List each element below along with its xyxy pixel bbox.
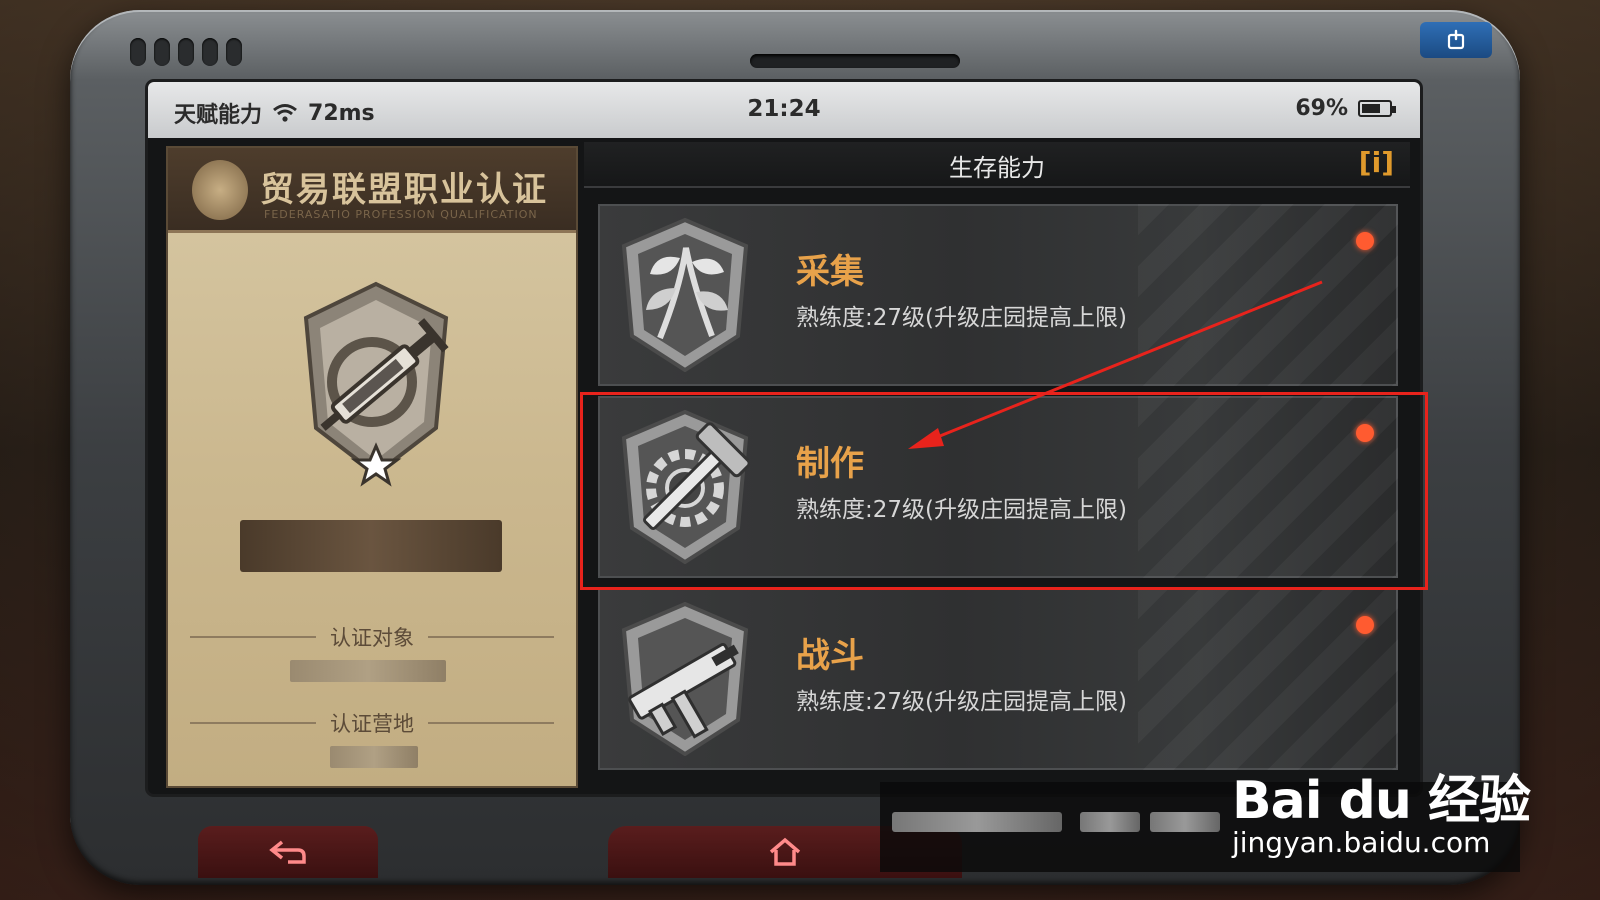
- syringe-badge-icon: [303, 281, 449, 487]
- back-button[interactable]: [198, 826, 378, 878]
- herb-bundle-icon: [621, 218, 749, 372]
- subject-label: 认证对象: [330, 626, 414, 650]
- skill-name: 战斗: [796, 636, 864, 676]
- guild-emblem-icon: [192, 160, 248, 220]
- power-icon: [1447, 29, 1465, 50]
- submachine-gun-icon: [621, 602, 749, 756]
- panel-header: 生存能力 [i]: [584, 142, 1410, 188]
- power-button[interactable]: [1420, 22, 1492, 58]
- tablet-screen: 天赋能力 72ms 21:24 69% 贸易联盟职业认证 FEDERASATIO…: [148, 82, 1420, 794]
- skill-name: 采集: [796, 252, 864, 292]
- skill-card-craft[interactable]: 制作 熟练度:27级(升级庄园提高上限): [598, 396, 1398, 578]
- battery-percent: 69%: [1295, 96, 1348, 121]
- camp-label: 认证营地: [330, 712, 414, 736]
- subject-row: 认证对象: [190, 622, 554, 652]
- profession-badge: [286, 278, 466, 488]
- certificate-subtitle: FEDERASATIO PROFESSION QUALIFICATION: [264, 208, 538, 221]
- frame-grip: [178, 38, 194, 66]
- frame-grip: [154, 38, 170, 66]
- subject-value-redacted: [290, 660, 446, 682]
- back-arrow-icon: [269, 840, 306, 864]
- skill-name: 制作: [796, 444, 864, 484]
- frame-top-slot: [750, 54, 960, 68]
- skill-card-gather[interactable]: 采集 熟练度:27级(升级庄园提高上限): [598, 204, 1398, 386]
- watermark-url: jingyan.baidu.com: [1232, 826, 1491, 859]
- panel-title: 生存能力: [949, 154, 1045, 182]
- notification-dot: [1356, 424, 1374, 442]
- skill-proficiency: 熟练度:27级(升级庄园提高上限): [796, 305, 1127, 331]
- info-button[interactable]: [i]: [1359, 146, 1394, 179]
- notification-dot: [1356, 232, 1374, 250]
- skill-proficiency: 熟练度:27级(升级庄园提高上限): [796, 497, 1127, 523]
- camp-row: 认证营地: [190, 708, 554, 738]
- frame-grip: [226, 38, 242, 66]
- battery-icon: [1358, 100, 1396, 117]
- skill-card-combat[interactable]: 战斗 熟练度:27级(升级庄园提高上限): [598, 588, 1398, 770]
- frame-grip: [130, 38, 146, 66]
- baidu-jingyan-logo: Bai du 经验: [1232, 771, 1531, 831]
- redacted-text: [892, 812, 1062, 832]
- profession-certificate: 贸易联盟职业认证 FEDERASATIO PROFESSION QUALIFIC…: [166, 146, 578, 788]
- redacted-text: [1150, 812, 1220, 832]
- notification-dot: [1356, 616, 1374, 634]
- skill-proficiency: 熟练度:27级(升级庄园提高上限): [796, 689, 1127, 715]
- battery-fill: [1362, 104, 1380, 113]
- player-name-plate: [240, 520, 502, 572]
- hammer-gear-icon: [621, 410, 750, 564]
- frame-grip: [202, 38, 218, 66]
- clock: 21:24: [747, 96, 821, 122]
- certificate-title: 贸易联盟职业认证: [260, 170, 548, 210]
- certificate-header: 贸易联盟职业认证 FEDERASATIO PROFESSION QUALIFIC…: [168, 148, 576, 233]
- home-icon: [769, 837, 801, 866]
- camp-value-redacted: [330, 746, 418, 768]
- status-bar: 天赋能力 72ms 21:24 69%: [148, 82, 1420, 138]
- redacted-text: [1080, 812, 1140, 832]
